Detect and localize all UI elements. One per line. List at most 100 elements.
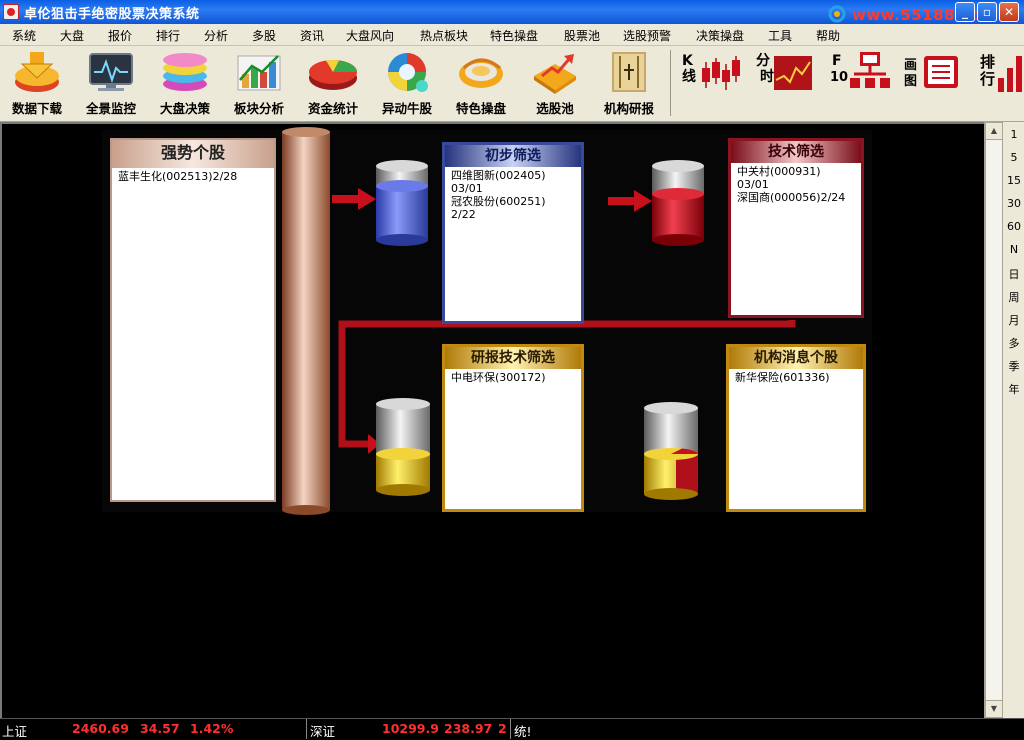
sh-index-label: 上证 [2,724,28,739]
market-decision-button[interactable]: 大盘决策 [150,46,220,120]
technical-screening-title: 技术筛选 [731,141,861,163]
book-icon [612,52,646,92]
menu-market-trend[interactable]: 大盘风向 [346,27,394,44]
abnormal-bull-stocks-button[interactable]: 异动牛股 [372,46,442,120]
special-trading-button[interactable]: 特色操盘 [446,46,516,120]
menu-market[interactable]: 大盘 [60,27,84,44]
menu-special-trading[interactable]: 特色操盘 [490,27,538,44]
period-year[interactable]: 年 [1003,381,1024,397]
institution-news-list: 新华保险(601336) [735,371,857,503]
candlestick-icon [702,56,740,90]
research-screening-list: 中电环保(300172) [451,371,575,503]
institution-news-panel: 机构消息个股 新华保险(601336) [726,344,866,512]
k-line-label-top: K [682,53,693,69]
scrollbar-track[interactable] [985,140,1003,700]
intraday-button[interactable]: 分 时 [756,50,816,100]
list-item[interactable]: 四维图新(002405) [451,169,575,182]
strong-stocks-panel: 强势个股 蓝丰生化(002513)2/28 [110,138,276,502]
list-item-date: 2/22 [451,208,476,221]
layers-icon [163,53,207,91]
menu-news[interactable]: 资讯 [300,27,324,44]
sz-index-value: 10299.9 [382,721,439,736]
ranking-label-bottom: 行 [980,70,996,88]
minimize-button[interactable]: _ [955,2,975,22]
stock-pool-button[interactable]: 选股池 [520,46,590,120]
download-icon [15,52,59,92]
drawing-label-bottom: 图 [904,74,918,89]
period-quarter[interactable]: 季 [1003,358,1024,374]
sz-index-percent: 2 [498,721,507,736]
menu-stock-pool[interactable]: 股票池 [564,27,600,44]
menu-decision-trading[interactable]: 决策操盘 [696,27,744,44]
site-watermark: www.55188.com [852,6,998,24]
menu-ranking[interactable]: 排行 [156,27,180,44]
sh-index-value: 2460.69 [72,721,129,736]
list-item[interactable]: 冠农股份(600251) [451,195,575,208]
menu-multistock[interactable]: 多股 [252,27,276,44]
k-line-button[interactable]: K 线 [682,50,746,100]
drawing-icon [924,56,958,88]
sector-analysis-label: 板块分析 [233,101,284,116]
yellow-red-cylinder-icon [644,402,699,500]
menu-bar: 系统 大盘 报价 排行 分析 多股 资讯 大盘风向 热点板块 特色操盘 股票池 … [0,24,1024,46]
list-item[interactable]: 中关村(000931) [737,165,855,178]
sh-index-change: 34.57 [140,721,180,736]
technical-screening-panel: 技术筛选 中关村(000931) 03/01 深国商(000056)2/24 [728,138,864,318]
special-trading-label: 特色操盘 [455,101,506,116]
radar-icon [388,53,428,92]
institution-research-button[interactable]: 机构研报 [594,46,664,120]
list-item[interactable]: 蓝丰生化(002513)2/28 [118,170,268,183]
ranking-label-top: 排 [980,53,996,71]
toolbar: 数据下载 全景监控 大盘决策 板块分析 资金统计 异动牛股 特色操盘 选股池 机… [0,46,1024,122]
period-15min[interactable]: 15 [1003,174,1024,187]
close-button[interactable]: ✕ [999,2,1019,22]
menu-hot-sectors[interactable]: 热点板块 [420,27,468,44]
maximize-button[interactable]: ▫ [977,2,997,22]
period-n[interactable]: N [1003,243,1024,256]
menu-analysis[interactable]: 分析 [204,27,228,44]
period-multi[interactable]: 多 [1003,335,1024,351]
intraday-label-bottom: 时 [760,69,774,85]
blue-cylinder-icon [376,160,428,246]
f10-network-icon [850,52,890,88]
ranking-button[interactable]: 排 行 [978,50,1024,100]
menu-selection-alert[interactable]: 选股预警 [623,27,671,44]
site-logo-icon [828,5,846,23]
menu-system[interactable]: 系统 [12,27,36,44]
period-60min[interactable]: 60 [1003,220,1024,233]
sh-index-percent: 1.42% [190,721,234,736]
period-day[interactable]: 日 [1003,266,1024,282]
period-1min[interactable]: 1 [1003,128,1024,141]
fund-statistics-button[interactable]: 资金统计 [298,46,368,120]
menu-quotes[interactable]: 报价 [108,27,132,44]
initial-screening-list: 四维图新(002405) 03/01 冠农股份(600251) 2/22 [451,169,575,315]
scroll-up-button[interactable]: ▲ [985,122,1003,140]
sector-analysis-button[interactable]: 板块分析 [224,46,294,120]
menu-help[interactable]: 帮助 [816,27,840,44]
research-screening-title: 研报技术筛选 [445,347,581,369]
toolbar-divider [670,50,671,116]
period-5min[interactable]: 5 [1003,151,1024,164]
strong-stocks-list: 蓝丰生化(002513)2/28 [118,170,268,494]
list-item[interactable]: 深国商(000056)2/24 [737,191,855,204]
status-divider [306,719,307,739]
period-week[interactable]: 周 [1003,289,1024,305]
list-item[interactable]: 中电环保(300172) [451,371,575,384]
drawing-button[interactable]: 画 图 [904,50,966,100]
menu-tools[interactable]: 工具 [768,27,792,44]
panorama-monitor-button[interactable]: 全景监控 [76,46,146,120]
k-line-label-bottom: 线 [682,69,696,85]
status-message: 统! [514,724,532,739]
app-icon[interactable] [3,4,19,20]
period-30min[interactable]: 30 [1003,197,1024,210]
arrow-to-technical [608,190,652,212]
data-download-button[interactable]: 数据下载 [2,46,72,120]
scroll-down-button[interactable]: ▼ [985,700,1003,718]
list-item[interactable]: 新华保险(601336) [735,371,857,384]
sz-index-label: 深证 [310,724,336,739]
status-bar: 上证 2460.69 34.57 1.42% 深证 10299.9 238.97… [0,718,1024,739]
institution-research-label: 机构研报 [603,101,654,116]
period-month[interactable]: 月 [1003,312,1024,328]
f10-button[interactable]: F 10 [830,50,894,100]
red-cylinder-icon [652,160,704,246]
